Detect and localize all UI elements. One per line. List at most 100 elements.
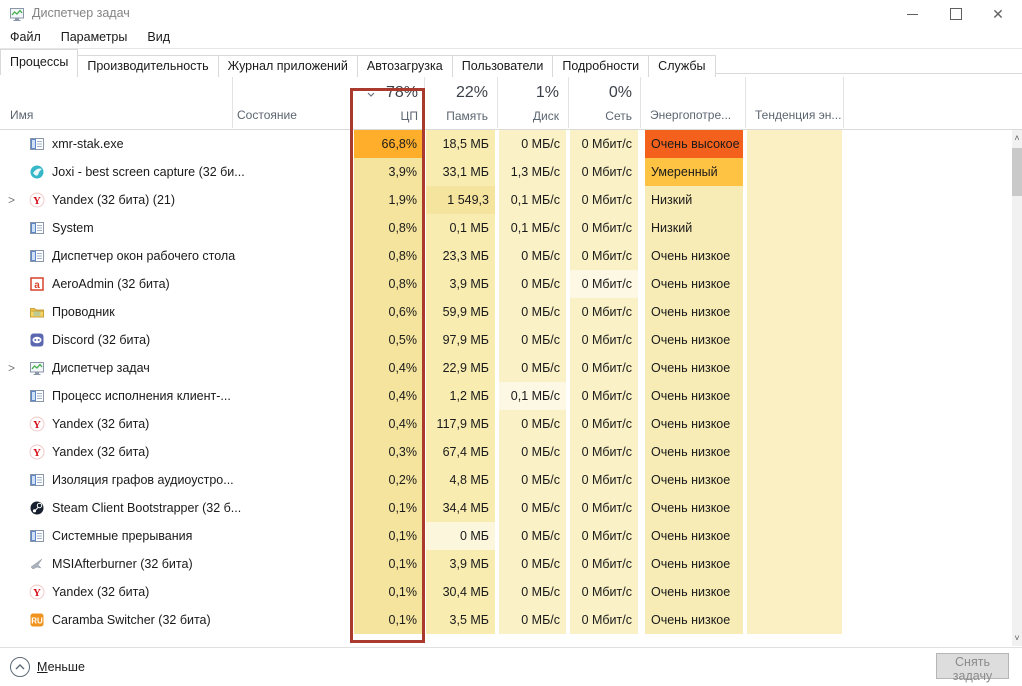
table-row[interactable]: Joxi - best screen capture (32 би...3,9%… (0, 158, 1012, 186)
power-usage-cell: Очень низкое (645, 410, 743, 438)
expand-chevron-icon[interactable]: > (8, 354, 22, 382)
table-row[interactable]: xmr-stak.exe66,8%18,5 МБ0 МБ/с0 Мбит/сОч… (0, 130, 1012, 158)
disk-label: Диск (533, 109, 559, 123)
close-button[interactable]: ✕ (976, 0, 1020, 28)
process-name: Диспетчер задач (52, 354, 150, 382)
memory-total-percent: 22% (456, 84, 488, 102)
power-trend-cell (747, 298, 842, 326)
power-usage-cell: Низкий (645, 214, 743, 242)
header-memory[interactable]: 22% Память (424, 74, 494, 130)
power-usage-cell: Очень низкое (645, 270, 743, 298)
msi-afterburner-icon (29, 556, 45, 572)
column-separator[interactable] (843, 77, 844, 128)
header-status[interactable]: Состояние (237, 108, 297, 122)
memory-cell: 97,9 МБ (426, 326, 495, 354)
power-usage-cell: Очень высокое (645, 130, 743, 158)
process-name: Discord (32 бита) (52, 326, 150, 354)
yandex-icon: Y (29, 444, 45, 460)
yandex-icon: Y (29, 584, 45, 600)
cpu-total-percent: 78% (386, 84, 418, 102)
table-row[interactable]: RUCaramba Switcher (32 бита)0,1%3,5 МБ0 … (0, 606, 1012, 634)
svg-text:RU: RU (31, 617, 43, 626)
header-name[interactable]: Имя (10, 108, 33, 122)
scrollbar-thumb[interactable] (1012, 148, 1022, 196)
table-row[interactable]: >YYandex (32 бита) (21)1,9%1 549,3 МБ0,1… (0, 186, 1012, 214)
minimize-button[interactable] (890, 0, 934, 28)
expand-chevron-icon[interactable]: > (8, 186, 22, 214)
table-row[interactable]: MSIAfterburner (32 бита)0,1%3,9 МБ0 МБ/с… (0, 550, 1012, 578)
default-exe-icon (29, 136, 45, 152)
network-cell: 0 Мбит/с (570, 438, 638, 466)
process-name: Диспетчер окон рабочего стола (52, 242, 235, 270)
header-power[interactable]: Энергопотре... (650, 108, 731, 122)
svg-text:Y: Y (33, 587, 41, 599)
table-row[interactable]: YYandex (32 бита)0,3%67,4 МБ0 МБ/с0 Мбит… (0, 438, 1012, 466)
table-row[interactable]: Системные прерывания0,1%0 МБ0 МБ/с0 Мбит… (0, 522, 1012, 550)
discord-icon (29, 332, 45, 348)
end-task-button[interactable]: Снять задачу (936, 653, 1009, 679)
joxi-icon (29, 164, 45, 180)
table-row[interactable]: Проводник0,6%59,9 МБ0 МБ/с0 Мбит/сОчень … (0, 298, 1012, 326)
network-cell: 0 Мбит/с (570, 494, 638, 522)
memory-cell: 23,3 МБ (426, 242, 495, 270)
scroll-up-icon[interactable]: ˄ (1012, 130, 1022, 146)
fewer-details-button[interactable]: Меньше (10, 657, 85, 677)
maximize-button[interactable] (934, 0, 978, 28)
process-name: System (52, 214, 94, 242)
table-row[interactable]: YYandex (32 бита)0,4%117,9 МБ0 МБ/с0 Мби… (0, 410, 1012, 438)
header-disk[interactable]: 1% Диск (497, 74, 565, 130)
vertical-scrollbar[interactable]: ˄ ˅ (1012, 130, 1022, 646)
footer-bar: Меньше Снять задачу (0, 647, 1022, 686)
task-manager-icon (9, 6, 25, 22)
power-trend-cell (747, 214, 842, 242)
cpu-cell: 66,8% (354, 130, 423, 158)
menu-item-0[interactable]: Файл (0, 28, 51, 46)
power-usage-cell: Очень низкое (645, 494, 743, 522)
table-row[interactable]: Диспетчер окон рабочего стола0,8%23,3 МБ… (0, 242, 1012, 270)
cpu-cell: 0,5% (354, 326, 423, 354)
header-cpu[interactable]: 78% ЦП (352, 74, 424, 130)
default-exe-icon (29, 472, 45, 488)
scroll-down-icon[interactable]: ˅ (1012, 630, 1022, 646)
disk-cell: 0 МБ/с (499, 466, 566, 494)
power-usage-cell: Очень низкое (645, 354, 743, 382)
column-separator[interactable] (745, 77, 746, 128)
cpu-cell: 0,1% (354, 522, 423, 550)
table-row[interactable]: Discord (32 бита)0,5%97,9 МБ0 МБ/с0 Мбит… (0, 326, 1012, 354)
cpu-cell: 0,2% (354, 466, 423, 494)
process-name: Проводник (52, 298, 115, 326)
header-network[interactable]: 0% Сеть (568, 74, 638, 130)
network-cell: 0 Мбит/с (570, 550, 638, 578)
tab-0[interactable]: Процессы (0, 49, 78, 75)
memory-cell: 1,2 МБ (426, 382, 495, 410)
table-row[interactable]: Изоляция графов аудиоустро... 0,2%4,8 МБ0… (0, 466, 1012, 494)
table-row[interactable]: Steam Client Bootstrapper (32 б...0,1%34… (0, 494, 1012, 522)
cpu-cell: 0,4% (354, 354, 423, 382)
table-row[interactable]: Процесс исполнения клиент-...0,4%1,2 МБ0… (0, 382, 1012, 410)
network-cell: 0 Мбит/с (570, 522, 638, 550)
process-name: Изоляция графов аудиоустро... (52, 466, 234, 494)
network-cell: 0 Мбит/с (570, 326, 638, 354)
memory-cell: 4,8 МБ (426, 466, 495, 494)
power-usage-cell: Очень низкое (645, 466, 743, 494)
header-power-trend[interactable]: Тенденция эн... (755, 108, 841, 122)
cpu-cell: 3,9% (354, 158, 423, 186)
memory-cell: 3,5 МБ (426, 606, 495, 634)
memory-cell: 3,9 МБ (426, 270, 495, 298)
network-cell: 0 Мбит/с (570, 606, 638, 634)
column-separator[interactable] (640, 77, 641, 128)
cpu-cell: 0,3% (354, 438, 423, 466)
yandex-icon: Y (29, 416, 45, 432)
table-header: Имя Состояние 78% ЦП 22% Память 1% Диск … (0, 74, 1022, 130)
yandex-icon: Y (29, 192, 45, 208)
cpu-cell: 0,1% (354, 550, 423, 578)
table-row[interactable]: aAeroAdmin (32 бита)0,8%3,9 МБ0 МБ/с0 Мб… (0, 270, 1012, 298)
menu-item-2[interactable]: Вид (137, 28, 180, 46)
cpu-cell: 0,1% (354, 578, 423, 606)
caramba-icon: RU (29, 612, 45, 628)
table-row[interactable]: System0,8%0,1 МБ0,1 МБ/с0 Мбит/сНизкий (0, 214, 1012, 242)
column-separator[interactable] (232, 77, 233, 128)
menu-item-1[interactable]: Параметры (51, 28, 138, 46)
table-row[interactable]: >Диспетчер задач0,4%22,9 МБ0 МБ/с0 Мбит/… (0, 354, 1012, 382)
table-row[interactable]: YYandex (32 бита)0,1%30,4 МБ0 МБ/с0 Мбит… (0, 578, 1012, 606)
